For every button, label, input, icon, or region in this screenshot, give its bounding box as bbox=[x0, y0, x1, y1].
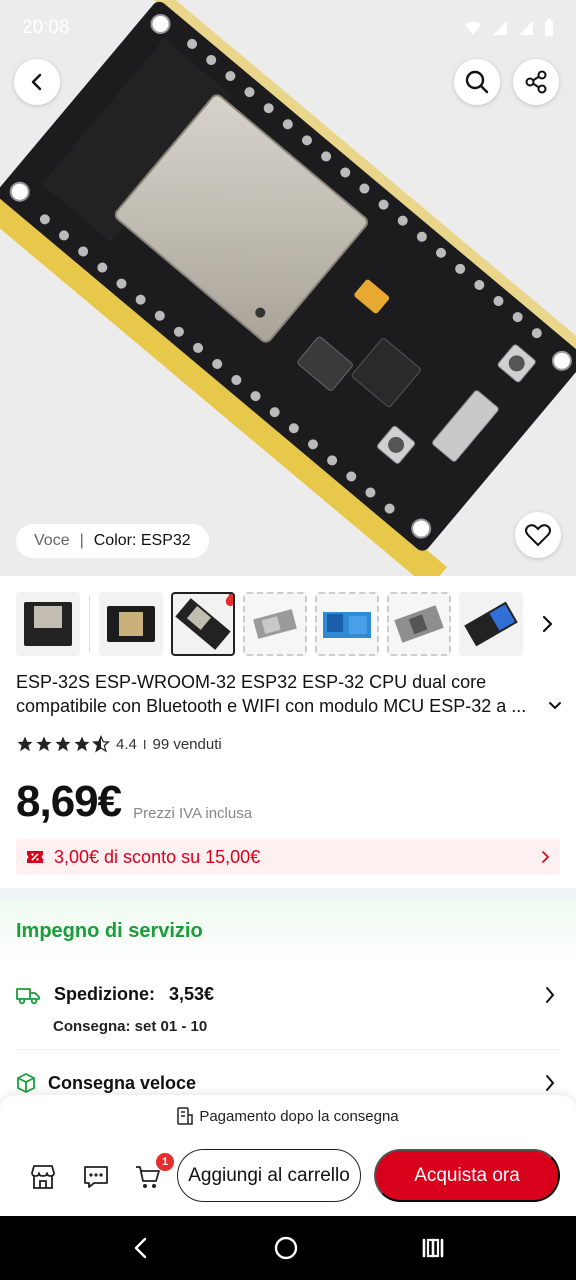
thumbnail-image bbox=[394, 605, 444, 643]
shipping-label: Spedizione: bbox=[54, 984, 156, 1004]
variant-separator: | bbox=[79, 532, 84, 549]
thumbnail-image bbox=[24, 602, 72, 646]
thumbnail-relay-module-black[interactable] bbox=[459, 592, 523, 656]
chat-icon bbox=[84, 1166, 108, 1188]
thumbnail-esp32-front[interactable] bbox=[16, 592, 80, 656]
chevron-down-icon bbox=[549, 702, 561, 710]
payment-note: Pagamento dopo la consegna bbox=[0, 1107, 576, 1125]
thumbnail-esp32-module[interactable] bbox=[99, 592, 163, 656]
coupon-banner[interactable]: 3,00€ di sconto su 15,00€ bbox=[16, 839, 560, 875]
chat-button[interactable] bbox=[78, 1159, 114, 1195]
package-icon bbox=[17, 1073, 35, 1093]
wishlist-button[interactable] bbox=[515, 512, 561, 558]
add-to-cart-button[interactable]: Aggiungi al carrello bbox=[177, 1149, 361, 1202]
truck-icon bbox=[16, 987, 40, 1004]
thumbnail-esp01-gray[interactable] bbox=[387, 592, 451, 656]
store-button[interactable] bbox=[25, 1159, 61, 1195]
service-title: Impegno di servizio bbox=[16, 920, 203, 942]
wifi-icon bbox=[465, 21, 481, 35]
chevron-right-icon bbox=[542, 851, 550, 863]
star-icon bbox=[17, 736, 33, 752]
service-section: Impegno di servizio Spedizione: 3,53€ Co… bbox=[0, 898, 576, 1118]
shipping-price: 3,53€ bbox=[169, 984, 215, 1004]
delivery-date: Consegna: set 01 - 10 bbox=[53, 1018, 208, 1035]
product-title: ESP-32S ESP-WROOM-32 ESP32 ESP-32 CPU du… bbox=[16, 672, 527, 716]
battery-icon bbox=[545, 19, 553, 36]
payment-note-text: Pagamento dopo la consegna bbox=[199, 1107, 399, 1125]
thumbnail-image bbox=[464, 601, 518, 647]
chevron-left-icon bbox=[31, 73, 42, 91]
coupon-text: 3,00€ di sconto su 15,00€ bbox=[54, 846, 261, 867]
status-icons bbox=[464, 19, 554, 37]
nav-home-icon[interactable] bbox=[273, 1235, 299, 1261]
store-icon bbox=[31, 1165, 55, 1189]
nav-back-icon[interactable] bbox=[131, 1236, 151, 1260]
share-button[interactable] bbox=[513, 59, 559, 105]
status-time: 20:08 bbox=[22, 17, 70, 38]
shipping-line: Spedizione: 3,53€ bbox=[16, 984, 214, 1005]
thumbnail-strip bbox=[16, 591, 560, 657]
sold-count: 99 venduti bbox=[152, 735, 222, 753]
variant-prefix: Voce bbox=[34, 532, 70, 549]
heart-icon bbox=[525, 524, 551, 547]
chevron-right-icon bbox=[546, 1075, 555, 1091]
coupon-icon bbox=[27, 851, 43, 863]
section-divider bbox=[0, 888, 576, 898]
rating-row[interactable]: 4.4 I 99 venduti bbox=[16, 733, 222, 755]
back-button[interactable] bbox=[14, 59, 60, 105]
search-icon bbox=[465, 70, 489, 94]
hot-icon bbox=[225, 594, 233, 606]
variant-value: Color: ESP32 bbox=[93, 532, 191, 549]
star-rating bbox=[16, 735, 110, 753]
shipping-row[interactable]: Spedizione: 3,53€ Consegna: set 01 - 10 bbox=[16, 980, 560, 1050]
bottom-action-bar: Pagamento dopo la consegna 1 Aggiungi al… bbox=[0, 1095, 576, 1216]
product-page: 20:08 Voce | Color: ESP32 ESP-32S ESP-WR… bbox=[0, 0, 576, 1280]
chevron-right-icon bbox=[542, 615, 553, 633]
thumbnail-image bbox=[107, 606, 155, 642]
thumbnail-esp32-angled[interactable] bbox=[171, 592, 235, 656]
fast-delivery-row[interactable]: Consegna veloce bbox=[16, 1068, 560, 1098]
thumbnail-image bbox=[323, 612, 371, 638]
thumbnail-relay-module-blue[interactable] bbox=[315, 592, 379, 656]
cart-button[interactable]: 1 bbox=[130, 1153, 174, 1195]
price-row: 8,69€ Prezzi IVA inclusa bbox=[16, 772, 252, 828]
thumbnail-divider bbox=[89, 596, 90, 652]
star-half-icon bbox=[92, 735, 110, 753]
search-button[interactable] bbox=[454, 59, 500, 105]
cash-on-delivery-icon bbox=[177, 1107, 194, 1125]
thumbnail-esp01-module[interactable] bbox=[243, 592, 307, 656]
price: 8,69€ bbox=[16, 777, 122, 826]
thumbnail-image bbox=[253, 609, 297, 639]
thumbnail-next-button[interactable] bbox=[534, 611, 560, 637]
fast-delivery-label: Consegna veloce bbox=[48, 1072, 197, 1093]
star-icon bbox=[74, 736, 90, 752]
nav-recents-icon[interactable] bbox=[421, 1237, 445, 1259]
system-nav-bar bbox=[0, 1216, 576, 1280]
signal-icon bbox=[493, 21, 507, 35]
rating-value: 4.4 bbox=[116, 735, 137, 753]
buy-now-button[interactable]: Acquista ora bbox=[374, 1149, 560, 1202]
rating-separator: I bbox=[142, 736, 147, 752]
chevron-right-icon bbox=[546, 987, 555, 1003]
star-icon bbox=[55, 736, 71, 752]
status-bar: 20:08 bbox=[0, 0, 576, 56]
variant-selector[interactable]: Voce | Color: ESP32 bbox=[16, 524, 209, 558]
share-icon bbox=[525, 70, 547, 94]
cart-badge: 1 bbox=[156, 1153, 174, 1171]
expand-title-button[interactable] bbox=[548, 698, 562, 716]
star-icon bbox=[36, 736, 52, 752]
product-image[interactable]: 20:08 Voce | Color: ESP32 bbox=[0, 0, 576, 576]
signal-icon bbox=[519, 21, 533, 35]
price-note: Prezzi IVA inclusa bbox=[133, 805, 253, 822]
